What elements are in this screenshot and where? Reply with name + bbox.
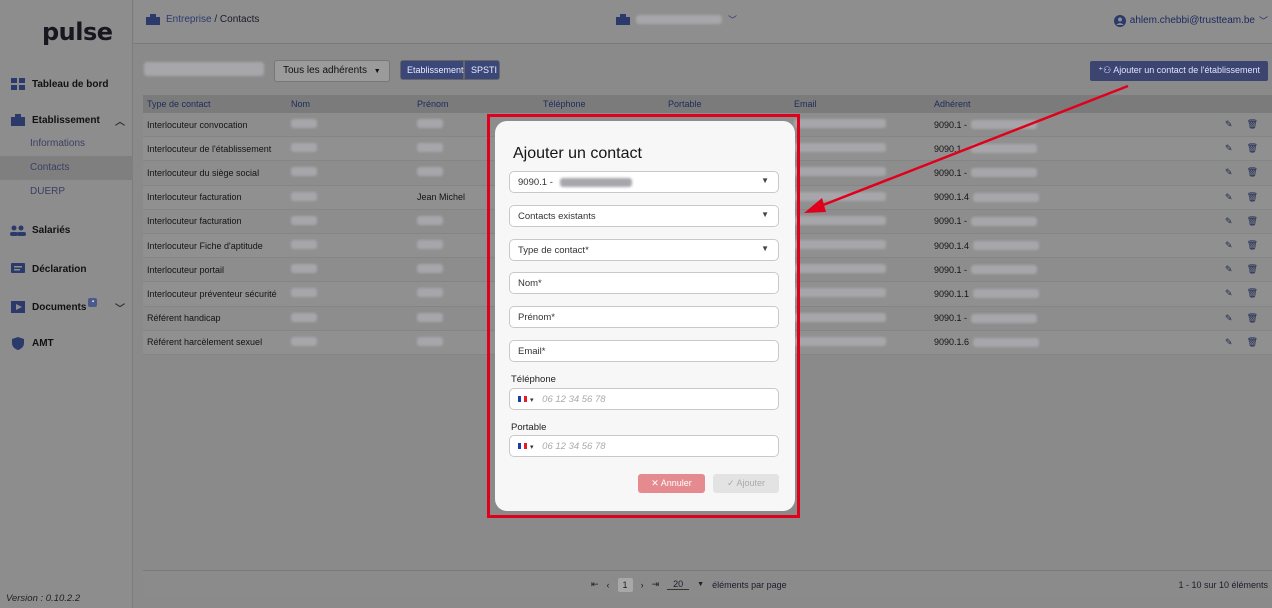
annotation-arrow <box>804 84 1129 213</box>
